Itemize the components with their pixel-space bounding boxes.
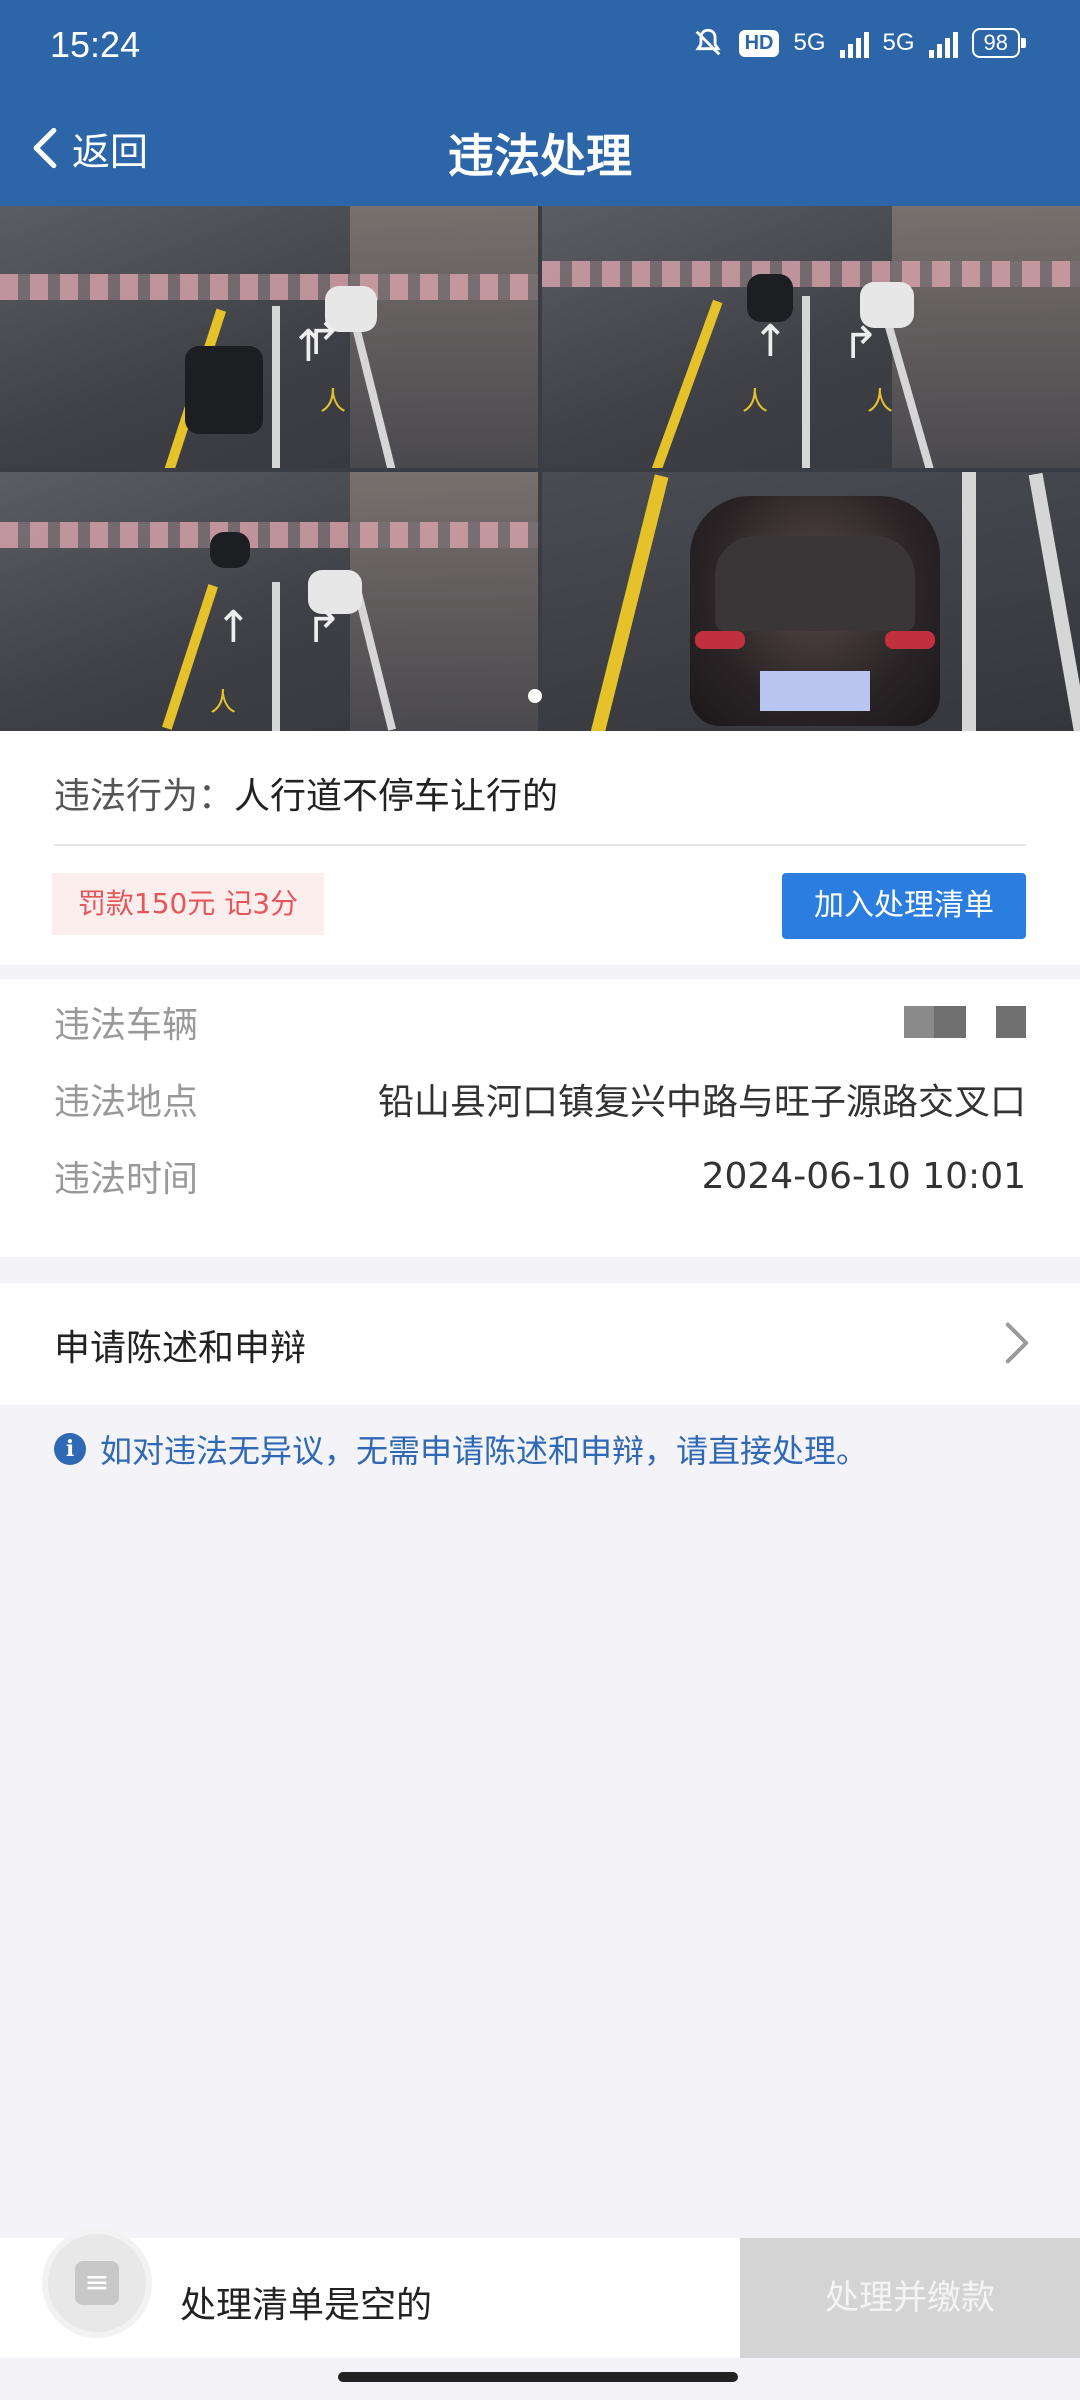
signal-icon-1: [839, 28, 869, 58]
bottom-bar: ≡ 处理清单是空的 处理并缴款: [0, 2228, 1080, 2358]
carousel-indicator: [528, 689, 542, 703]
list-status-text: 处理清单是空的: [180, 2285, 433, 2326]
list-icon: ≡: [75, 2261, 119, 2305]
appeal-row[interactable]: 申请陈述和申辩: [0, 1283, 1080, 1405]
violation-details: 违法车辆 违法地点 铅山县河口镇复兴中路与旺子源路交叉口 违法时间 2024-0…: [0, 979, 1080, 1257]
status-time: 15:24: [50, 24, 141, 65]
home-indicator[interactable]: [338, 2372, 738, 2382]
nav-bar: 返回 违法处理: [0, 96, 1080, 206]
status-icons: HD 5G 5G 98: [691, 26, 1027, 60]
violation-photo-2: ↑ ↱ 人 人: [542, 206, 1080, 468]
bell-muted-icon: [695, 28, 721, 56]
violation-photo-carousel[interactable]: ↑ ↱ 人 ↑ ↱ 人 人 ↑ ↱ 人: [0, 206, 1080, 731]
notice-text: 如对违法无异议，无需申请陈述和申辩，请直接处理。: [100, 1432, 869, 1470]
battery-icon: 98: [971, 28, 1027, 58]
process-and-pay-button[interactable]: 处理并缴款: [740, 2238, 1080, 2358]
vehicle-row: 违法车辆: [54, 992, 1026, 1052]
behavior-value: 人行道不停车让行的: [234, 776, 559, 817]
fine-badge: 罚款150元 记3分: [52, 873, 324, 935]
violation-photo-1: ↑ ↱ 人: [0, 206, 538, 468]
network-label-1: 5G: [793, 29, 826, 56]
violation-behavior: 违法行为：人行道不停车让行的: [54, 767, 558, 819]
location-row: 违法地点 铅山县河口镇复兴中路与旺子源路交叉口: [54, 1069, 1026, 1129]
location-label: 违法地点: [54, 1082, 199, 1123]
time-value: 2024-06-10 10:01: [701, 1155, 1026, 1197]
vehicle-closeup: [690, 496, 940, 726]
hd-voice-icon: HD: [738, 29, 780, 57]
add-to-list-button[interactable]: 加入处理清单: [782, 873, 1026, 939]
time-label: 违法时间: [54, 1159, 199, 1200]
vehicle-label: 违法车辆: [54, 1005, 199, 1046]
signal-icon-2: [928, 28, 958, 58]
divider: [54, 844, 1026, 846]
appeal-label: 申请陈述和申辩: [54, 1328, 307, 1369]
page-title: 违法处理: [448, 129, 632, 183]
chevron-right-icon: [1005, 1322, 1029, 1364]
location-value: 铅山县河口镇复兴中路与旺子源路交叉口: [377, 1082, 1026, 1123]
time-row: 违法时间 2024-06-10 10:01: [54, 1146, 1026, 1206]
behavior-label: 违法行为：: [54, 776, 235, 817]
plate-number-masked: [904, 1006, 1026, 1038]
status-bar: 15:24 HD 5G 5G 98: [0, 0, 1080, 96]
violation-card: 违法行为：人行道不停车让行的 罚款150元 记3分 加入处理清单: [0, 731, 1080, 965]
violation-photo-3: ↑ ↱ 人: [0, 472, 538, 731]
notice: i 如对违法无异议，无需申请陈述和申辩，请直接处理。: [54, 1426, 868, 1472]
network-label-2: 5G: [882, 29, 915, 56]
info-icon: i: [54, 1433, 86, 1465]
process-list-button[interactable]: ≡: [42, 2228, 152, 2338]
